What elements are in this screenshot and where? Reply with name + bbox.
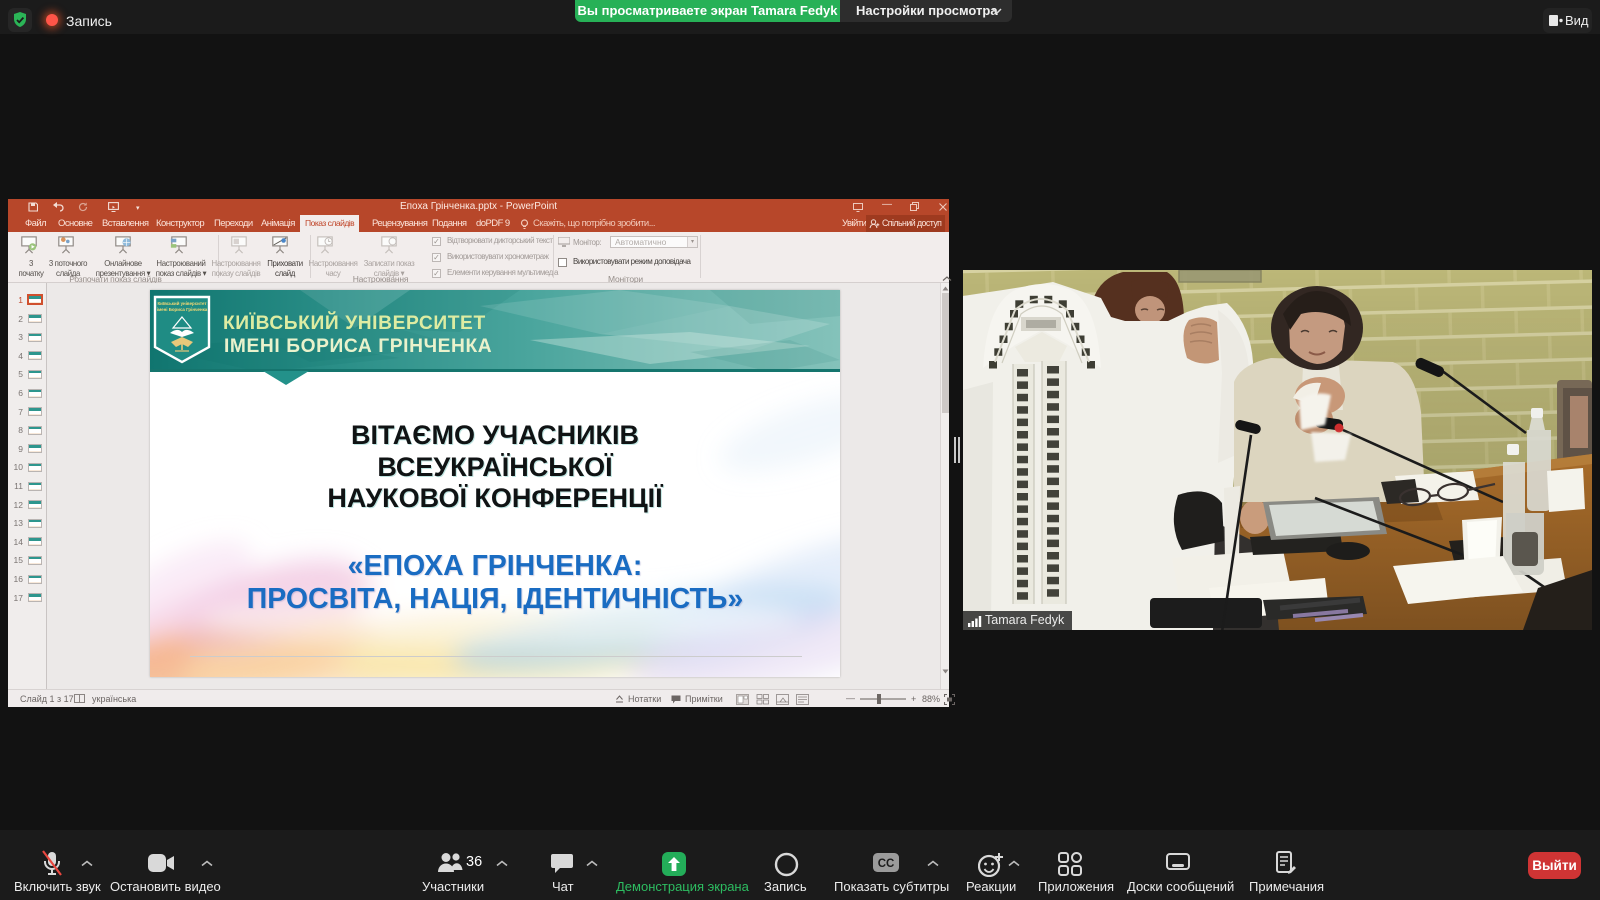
svg-text:CC: CC — [878, 858, 895, 870]
svg-text:Київський університет: Київський університет — [157, 301, 207, 306]
svg-text:імені Бориса Грінченка: імені Бориса Грінченка — [157, 307, 208, 312]
